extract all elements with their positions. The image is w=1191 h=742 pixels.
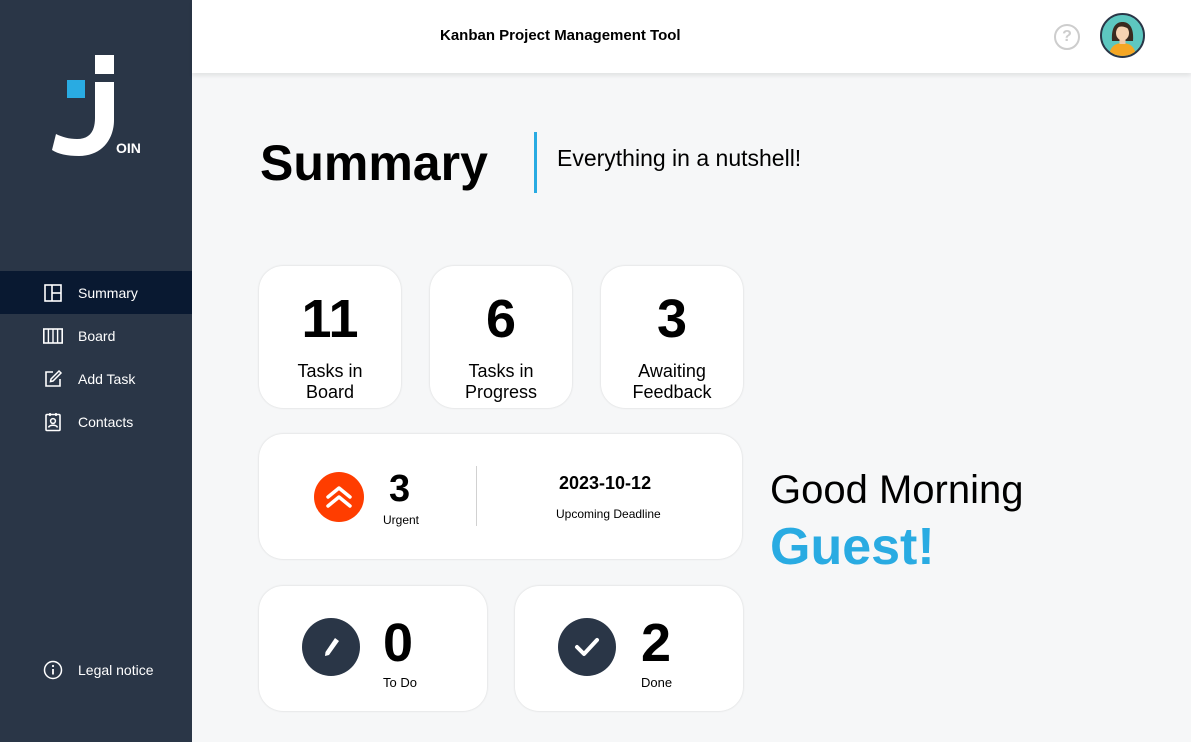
greeting-name: Guest!	[770, 518, 935, 576]
sidebar-item-add-task[interactable]: Add Task	[0, 357, 192, 400]
sidebar-item-legal-notice[interactable]: Legal notice	[0, 648, 192, 691]
help-button[interactable]: ?	[1054, 24, 1080, 50]
page-title: Summary	[260, 135, 488, 191]
edit-icon	[43, 369, 63, 389]
done-label: Done	[641, 675, 673, 690]
sidebar-item-board[interactable]: Board	[0, 314, 192, 357]
sidebar-nav: Summary Board Add Task Contacts	[0, 271, 192, 443]
stat-value: 11	[301, 289, 359, 349]
deadline-label: Upcoming Deadline	[556, 507, 661, 521]
user-avatar[interactable]	[1100, 13, 1145, 58]
title-divider	[534, 132, 537, 193]
sidebar-item-label: Add Task	[78, 370, 136, 387]
pencil-icon	[302, 618, 360, 676]
logo-text: OIN	[116, 140, 141, 156]
urgent-label: Urgent	[383, 513, 420, 527]
stat-label: Awaiting Feedback	[632, 361, 712, 402]
summary-icon	[43, 283, 63, 303]
done-count: 2	[641, 613, 672, 673]
info-icon	[43, 660, 63, 680]
urgent-card[interactable]: 3 Urgent 2023-10-12 Upcoming Deadline	[259, 434, 742, 559]
todo-label: To Do	[383, 675, 417, 690]
sidebar-item-label: Contacts	[78, 413, 134, 430]
greeting-text: Good Morning	[770, 468, 1024, 512]
stat-value: 3	[656, 289, 688, 349]
stat-value: 6	[485, 289, 517, 349]
contacts-icon	[43, 412, 63, 432]
tasks-in-board-card[interactable]: 11 Tasks in Board	[259, 266, 401, 408]
checkmark-icon	[558, 618, 616, 676]
urgent-count: 3	[389, 468, 411, 510]
awaiting-feedback-card[interactable]: 3 Awaiting Feedback	[601, 266, 743, 408]
join-logo[interactable]: OIN	[52, 54, 142, 160]
app-title: Kanban Project Management Tool	[440, 27, 681, 44]
help-icon: ?	[1062, 28, 1072, 45]
sidebar: OIN Summary Board Add Task Contacts Lega…	[0, 0, 192, 742]
sidebar-item-summary[interactable]: Summary	[0, 271, 192, 314]
page-subtitle: Everything in a nutshell!	[557, 145, 802, 171]
stat-label: Tasks in Board	[297, 361, 363, 402]
stat-label: Tasks in Progress	[464, 361, 538, 402]
done-card[interactable]: 2 Done	[515, 586, 743, 711]
todo-card[interactable]: 0 To Do	[259, 586, 487, 711]
board-icon	[43, 326, 63, 346]
sidebar-item-label: Board	[78, 327, 116, 344]
sidebar-item-label: Legal notice	[78, 661, 154, 678]
sidebar-item-label: Summary	[78, 284, 138, 301]
top-header: Kanban Project Management Tool ?	[192, 0, 1191, 73]
urgent-priority-icon	[314, 472, 364, 522]
legal-section: Legal notice	[0, 648, 192, 691]
tasks-in-progress-card[interactable]: 6 Tasks in Progress	[430, 266, 572, 408]
sidebar-item-contacts[interactable]: Contacts	[0, 400, 192, 443]
todo-count: 0	[383, 613, 414, 673]
card-divider	[476, 466, 477, 526]
deadline-date: 2023-10-12	[559, 473, 652, 493]
